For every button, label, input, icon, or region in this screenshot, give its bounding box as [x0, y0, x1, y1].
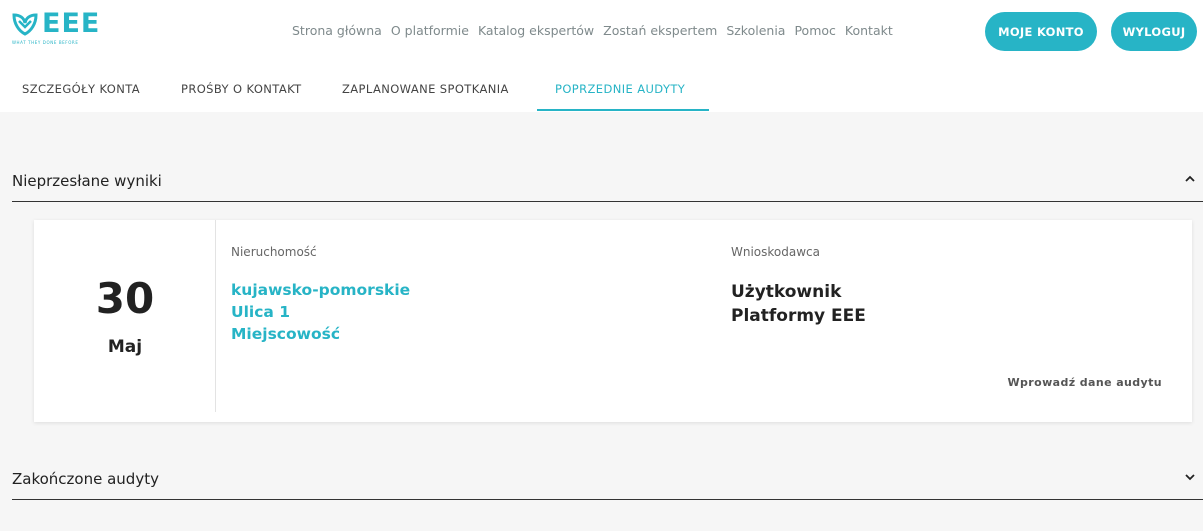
- nav-link-contact[interactable]: Kontakt: [845, 23, 893, 38]
- brand-logo[interactable]: EEE WHAT THEY DONE BEFORE: [12, 8, 122, 50]
- logout-button[interactable]: WYLOGUJ: [1111, 12, 1197, 51]
- nav-link-trainings[interactable]: Szkolenia: [726, 23, 785, 38]
- property-label: Nieruchomość: [231, 245, 317, 259]
- audit-date-month: Maj: [107, 337, 143, 357]
- brand-tagline: WHAT THEY DONE BEFORE: [12, 40, 79, 45]
- brand-name: EEE: [42, 8, 101, 39]
- top-navigation-bar: EEE WHAT THEY DONE BEFORE Strona główna …: [0, 0, 1203, 68]
- property-city[interactable]: Miejscowość: [231, 325, 340, 343]
- enter-audit-data-link[interactable]: Wprowadź dane audytu: [1008, 376, 1163, 389]
- applicant-name-line-2: Platformy EEE: [731, 306, 866, 326]
- account-tabs: SZCZEGÓŁY KONTA PROŚBY O KONTAKT ZAPLANO…: [0, 68, 1203, 112]
- my-account-button[interactable]: MOJE KONTO: [985, 12, 1097, 51]
- nav-link-help[interactable]: Pomoc: [794, 23, 835, 38]
- nav-link-about[interactable]: O platformie: [391, 23, 469, 38]
- audit-date-day: 30: [95, 274, 155, 323]
- property-region[interactable]: kujawsko-pomorskie: [231, 281, 410, 299]
- card-divider: [215, 220, 216, 412]
- chevron-up-icon[interactable]: [1183, 172, 1197, 186]
- nav-link-home[interactable]: Strona główna: [292, 23, 382, 38]
- audit-card: 30 Maj Nieruchomość kujawsko-pomorskie U…: [34, 220, 1192, 422]
- nav-link-become-expert[interactable]: Zostań ekspertem: [603, 23, 717, 38]
- section-header-completed-audits[interactable]: Zakończone audyty: [12, 460, 1203, 500]
- section-title-completed-audits: Zakończone audyty: [12, 470, 159, 488]
- section-header-pending-results[interactable]: Nieprzesłane wyniki: [12, 162, 1203, 202]
- applicant-name-line-1: Użytkownik: [731, 282, 842, 302]
- section-title-pending-results: Nieprzesłane wyniki: [12, 172, 162, 190]
- main-menu: Strona główna O platformie Katalog ekspe…: [292, 23, 902, 38]
- tab-contact-requests[interactable]: PROŚBY O KONTAKT: [181, 82, 302, 96]
- leaf-shield-icon: [12, 13, 38, 36]
- property-street[interactable]: Ulica 1: [231, 303, 290, 321]
- active-tab-indicator: [537, 109, 709, 111]
- applicant-label: Wnioskodawca: [731, 245, 820, 259]
- chevron-down-icon[interactable]: [1183, 470, 1197, 484]
- nav-link-experts-catalog[interactable]: Katalog ekspertów: [478, 23, 594, 38]
- tab-previous-audits[interactable]: POPRZEDNIE AUDYTY: [555, 82, 685, 96]
- tab-scheduled-meetings[interactable]: ZAPLANOWANE SPOTKANIA: [342, 82, 509, 96]
- tab-account-details[interactable]: SZCZEGÓŁY KONTA: [22, 82, 140, 96]
